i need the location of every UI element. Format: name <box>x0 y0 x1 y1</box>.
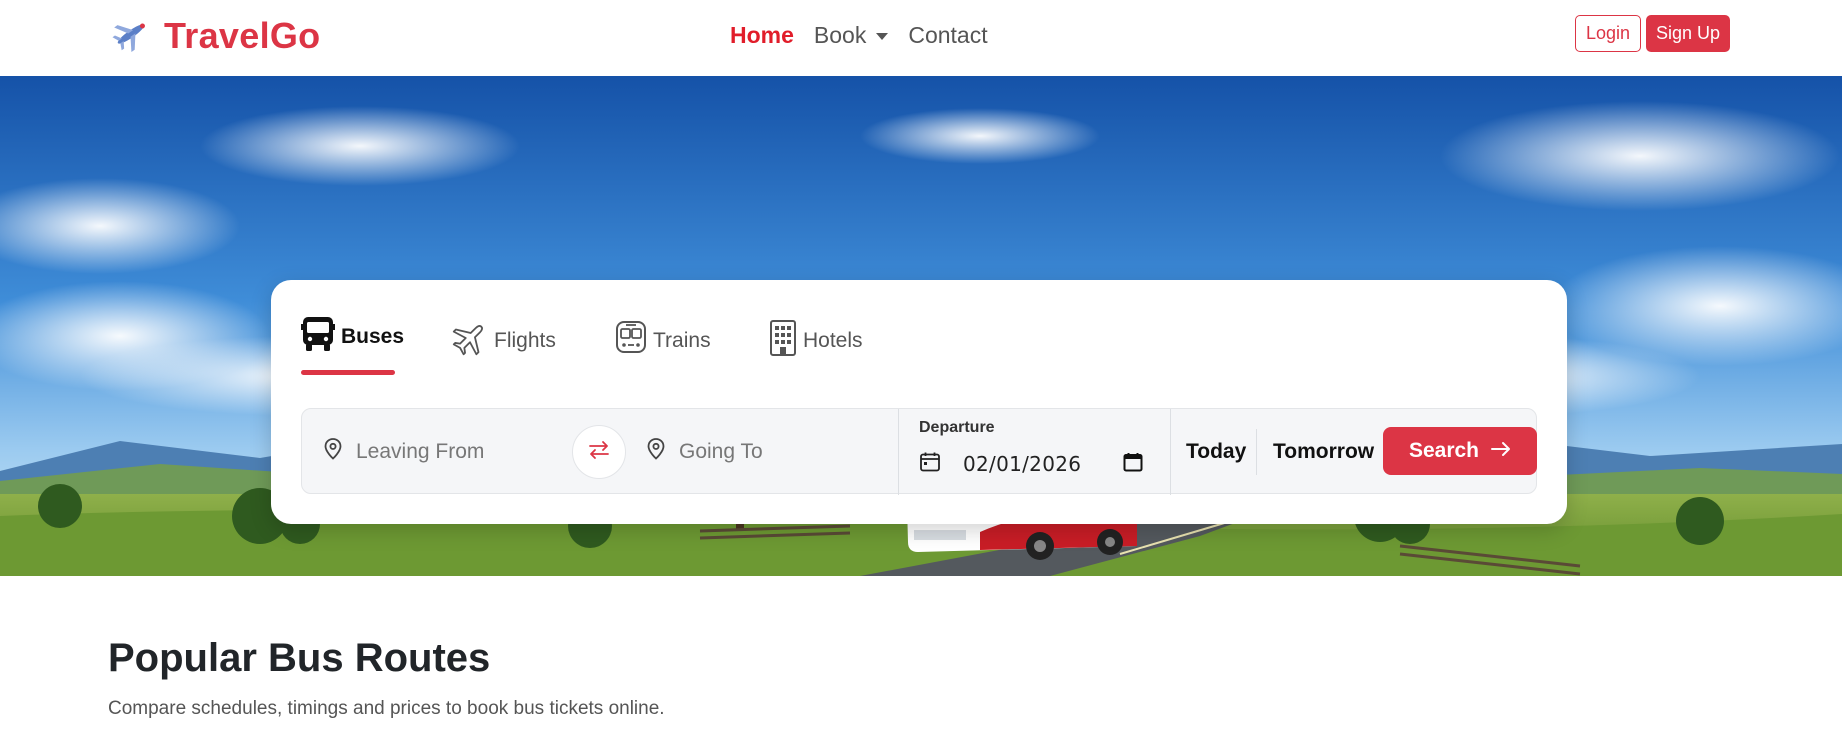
leaving-from-placeholder: Leaving From <box>356 440 485 463</box>
building-icon <box>769 319 797 363</box>
tab-buses[interactable]: Buses <box>301 312 404 362</box>
swap-arrows-icon <box>588 440 610 465</box>
quick-date-divider <box>1256 429 1257 475</box>
popular-routes-title: Popular Bus Routes <box>108 636 491 680</box>
search-button[interactable]: Search <box>1383 427 1537 475</box>
airplane-icon <box>452 320 488 362</box>
search-button-label: Search <box>1408 439 1480 462</box>
login-button[interactable]: Login <box>1575 15 1641 52</box>
tab-flights-label: Flights <box>494 329 556 352</box>
main-nav: Home Book Contact <box>730 18 1008 52</box>
nav-link-book-label: Book <box>813 21 867 48</box>
airplane-icon <box>112 15 150 58</box>
departure-label: Departure <box>919 419 995 436</box>
today-button[interactable]: Today <box>1186 409 1246 495</box>
search-form: Leaving From Going To Departure 02/01/20… <box>301 408 1537 495</box>
field-divider <box>898 409 899 495</box>
leaving-from-field[interactable]: Leaving From <box>324 409 484 495</box>
tomorrow-button[interactable]: Tomorrow <box>1273 409 1374 495</box>
tab-trains[interactable]: Trains <box>615 316 711 366</box>
going-to-placeholder: Going To <box>679 440 763 463</box>
navbar: TravelGo Home Book Contact Login Sign Up <box>0 0 1842 76</box>
tab-hotels[interactable]: Hotels <box>769 316 863 366</box>
search-card: Buses Flights Trains Hotels Leaving From… <box>271 280 1567 524</box>
brand-name: TravelGo <box>164 15 321 56</box>
swap-locations-button[interactable] <box>572 425 626 479</box>
hero-banner: Buses Flights Trains Hotels Leaving From… <box>0 76 1842 576</box>
location-pin-icon <box>324 438 342 466</box>
active-tab-indicator <box>301 370 395 375</box>
calendar-icon <box>919 451 941 478</box>
departure-date-input[interactable]: 02/01/2026 <box>919 447 1143 481</box>
nav-link-book[interactable]: Book <box>813 21 889 49</box>
going-to-field[interactable]: Going To <box>647 409 763 495</box>
field-divider <box>1170 409 1171 495</box>
brand-logo[interactable]: TravelGo <box>112 15 321 58</box>
popular-routes-subtitle: Compare schedules, timings and prices to… <box>108 698 665 719</box>
train-icon <box>615 320 647 362</box>
departure-date-value: 02/01/2026 <box>963 452 1082 476</box>
nav-link-contact[interactable]: Contact <box>908 22 987 49</box>
chevron-down-icon <box>876 33 889 40</box>
tab-buses-label: Buses <box>341 325 405 348</box>
bus-icon <box>301 315 335 359</box>
calendar-picker-icon[interactable] <box>1123 452 1143 477</box>
signup-button[interactable]: Sign Up <box>1646 15 1730 52</box>
tab-flights[interactable]: Flights <box>452 316 556 366</box>
tab-hotels-label: Hotels <box>803 329 863 352</box>
nav-link-home[interactable]: Home <box>730 22 794 49</box>
tab-trains-label: Trains <box>653 329 711 352</box>
arrow-right-icon <box>1491 439 1511 463</box>
location-pin-icon <box>647 438 665 466</box>
